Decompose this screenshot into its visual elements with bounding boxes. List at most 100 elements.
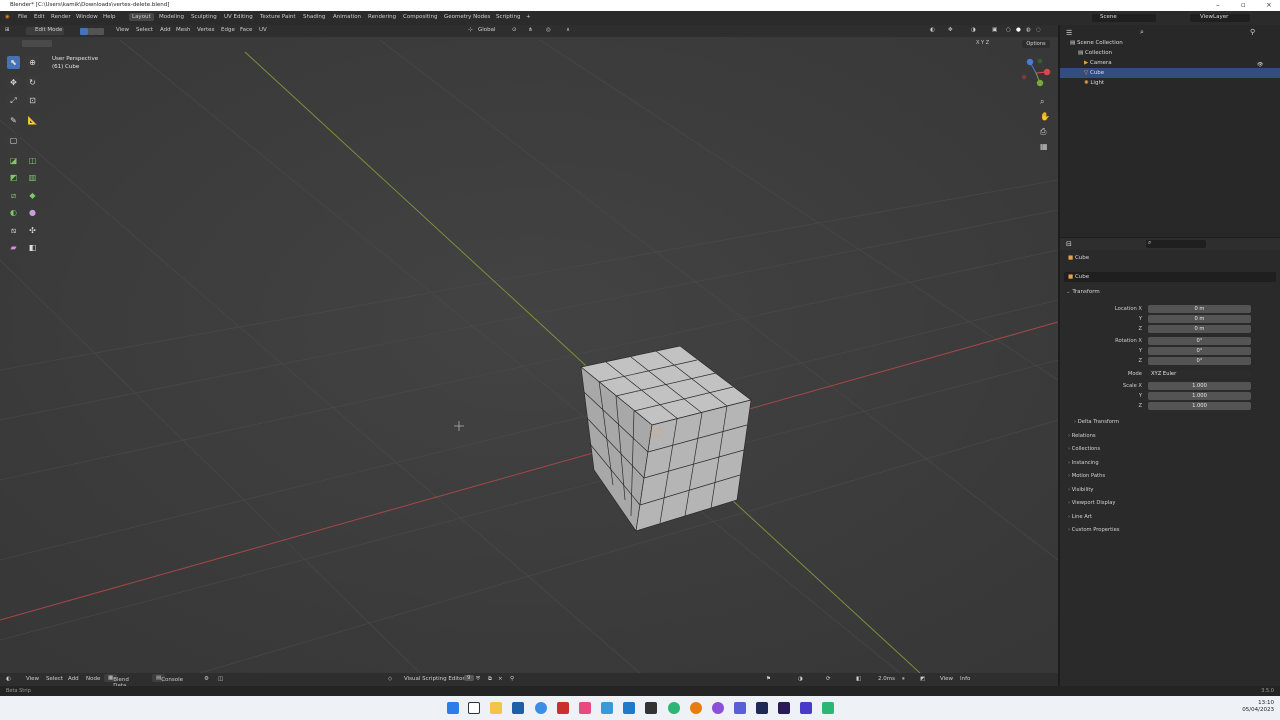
rotate-tool-icon[interactable]: ↻ xyxy=(26,76,39,89)
menu-edit[interactable]: Edit xyxy=(34,14,45,20)
options-button[interactable]: Options xyxy=(1022,40,1050,48)
scale-z-field[interactable]: 1.000 xyxy=(1148,402,1251,410)
bottom-menu-view[interactable]: View xyxy=(26,676,39,682)
location-z-field[interactable]: 0 m xyxy=(1148,325,1251,333)
menu-edge[interactable]: Edge xyxy=(221,27,235,33)
tab-geometry-nodes[interactable]: Geometry Nodes xyxy=(444,14,490,20)
window-icon[interactable]: ◫ xyxy=(218,676,223,682)
overlay-icon[interactable]: ◑ xyxy=(798,676,803,682)
users-count[interactable]: 9 xyxy=(464,675,474,681)
collections-section[interactable]: Collections xyxy=(1068,446,1100,452)
bevel-tool-icon[interactable]: ◩ xyxy=(7,171,20,184)
transform-panel-header[interactable]: ⌄ Transform xyxy=(1066,289,1100,295)
tab-uv-editing[interactable]: UV Editing xyxy=(224,14,253,20)
location-x-field[interactable]: 0 m xyxy=(1148,305,1251,313)
scale-tool-icon[interactable]: ⤢ xyxy=(7,94,20,107)
rip-tool-icon[interactable]: ◧ xyxy=(26,241,39,254)
line-art-section[interactable]: Line Art xyxy=(1068,514,1092,520)
add-cube-tool-icon[interactable]: ▢ xyxy=(7,134,20,147)
shrink-fatten-tool-icon[interactable]: ✣ xyxy=(26,224,39,237)
editor-name[interactable]: Visual Scripting Editor xyxy=(404,676,465,682)
zoom-icon[interactable]: ⌕ xyxy=(1040,97,1052,112)
transform-orientation-icon[interactable]: ⊹ xyxy=(468,27,473,33)
pivot-icon[interactable]: ⊙ xyxy=(512,27,517,33)
minimize-icon[interactable]: – xyxy=(1216,0,1220,11)
layout-icon[interactable]: ◧ xyxy=(856,676,861,682)
tab-texture-paint[interactable]: Texture Paint xyxy=(260,14,296,20)
menu-add[interactable]: Add xyxy=(160,27,171,33)
shading-wireframe-icon[interactable]: ○ xyxy=(1006,27,1011,33)
outliner-collection[interactable]: ▤ Collection xyxy=(1060,48,1280,58)
outliner-editor-icon[interactable]: ☰ xyxy=(1066,29,1072,37)
menu-face[interactable]: Face xyxy=(240,27,252,33)
chat-app-icon[interactable] xyxy=(668,702,680,714)
file-explorer-icon[interactable] xyxy=(490,702,502,714)
bottom-menu-select[interactable]: Select xyxy=(46,676,63,682)
delta-transform-section[interactable]: Delta Transform xyxy=(1074,419,1119,425)
info-menu-info[interactable]: Info xyxy=(960,676,970,682)
annotate-tool-icon[interactable]: ✎ xyxy=(7,114,20,127)
poly-build-tool-icon[interactable]: ◆ xyxy=(26,189,39,202)
smooth-tool-icon[interactable]: ● xyxy=(26,206,39,219)
media-encoder-icon[interactable] xyxy=(800,702,812,714)
duplicate-icon[interactable]: ⧉ xyxy=(488,676,492,683)
music-app-icon[interactable] xyxy=(579,702,591,714)
outliner-search-icon[interactable]: ⌕ xyxy=(1140,28,1144,37)
ortho-toggle-icon[interactable]: ▦ xyxy=(1040,142,1052,157)
editor-type-icon[interactable]: ◐ xyxy=(6,676,11,682)
knife-tool-icon[interactable]: ⧄ xyxy=(7,189,20,202)
after-effects-icon[interactable] xyxy=(756,702,768,714)
start-menu-icon[interactable] xyxy=(447,702,459,714)
select-tool-icon[interactable]: ⬉ xyxy=(7,56,20,69)
system-tray[interactable]: 13:10 05/04/2023 xyxy=(1242,700,1274,714)
settings-icon[interactable]: ⚙ xyxy=(204,676,209,682)
pin-icon[interactable]: ⚲ xyxy=(510,676,514,682)
blend-data-button[interactable]: ▦ Blend Data xyxy=(104,674,129,689)
menu-render[interactable]: Render xyxy=(51,14,71,20)
console-button[interactable]: ▤ Console xyxy=(152,674,183,683)
object-name-field[interactable]: ■ Cube xyxy=(1064,272,1276,282)
pan-hand-icon[interactable]: ✋ xyxy=(1040,112,1052,127)
tab-shading[interactable]: Shading xyxy=(303,14,325,20)
keyframe-icon[interactable]: ⚑ xyxy=(766,676,771,682)
add-workspace-button[interactable]: + xyxy=(526,14,531,20)
tab-rendering[interactable]: Rendering xyxy=(368,14,396,20)
custom-properties-section[interactable]: Custom Properties xyxy=(1068,527,1120,533)
menu-file[interactable]: File xyxy=(18,14,27,20)
tab-compositing[interactable]: Compositing xyxy=(403,14,437,20)
proportional-edit-icon[interactable]: ◎ xyxy=(546,27,551,33)
motion-paths-section[interactable]: Motion Paths xyxy=(1068,473,1105,479)
tab-sculpting[interactable]: Sculpting xyxy=(191,14,217,20)
transform-tool-icon[interactable]: ⊡ xyxy=(26,94,39,107)
rotation-mode-select[interactable]: XYZ Euler xyxy=(1148,370,1251,378)
properties-search-input[interactable] xyxy=(1146,240,1206,248)
premiere-icon[interactable] xyxy=(778,702,790,714)
move-tool-icon[interactable]: ✥ xyxy=(7,76,20,89)
loop-icon[interactable]: ⟳ xyxy=(826,676,831,682)
tab-layout[interactable]: Layout xyxy=(129,13,154,21)
outliner-item-camera[interactable]: ▶ Camera xyxy=(1060,58,1280,68)
overlay-toggle-icon[interactable]: ◑ xyxy=(971,27,976,33)
visibility-eye-icon[interactable]: 👁 xyxy=(1257,62,1263,68)
select-box-mode-buttons[interactable] xyxy=(22,40,52,47)
teams-icon[interactable] xyxy=(734,702,746,714)
rotation-z-field[interactable]: 0° xyxy=(1148,357,1251,365)
falloff-icon[interactable]: ∧ xyxy=(566,27,570,33)
measure-tool-icon[interactable]: 📐 xyxy=(26,114,39,127)
shear-tool-icon[interactable]: ▰ xyxy=(7,241,20,254)
discord-icon[interactable] xyxy=(712,702,724,714)
visibility-icon[interactable]: ◐ xyxy=(930,27,935,33)
vscode-icon[interactable] xyxy=(623,702,635,714)
docs-app-icon[interactable] xyxy=(601,702,613,714)
task-view-icon[interactable] xyxy=(468,702,480,714)
pause-icon[interactable]: ⏸ xyxy=(902,676,905,683)
info-menu-view[interactable]: View xyxy=(940,676,953,682)
xray-icon[interactable]: ▣ xyxy=(992,27,997,33)
menu-vertex[interactable]: Vertex xyxy=(197,27,215,33)
info-editor-icon[interactable]: ◩ xyxy=(920,676,925,682)
scale-x-field[interactable]: 1.000 xyxy=(1148,382,1251,390)
menu-uv[interactable]: UV xyxy=(259,27,267,33)
tab-scripting[interactable]: Scripting xyxy=(496,14,520,20)
browser-icon[interactable] xyxy=(535,702,547,714)
spotify-icon[interactable] xyxy=(822,702,834,714)
